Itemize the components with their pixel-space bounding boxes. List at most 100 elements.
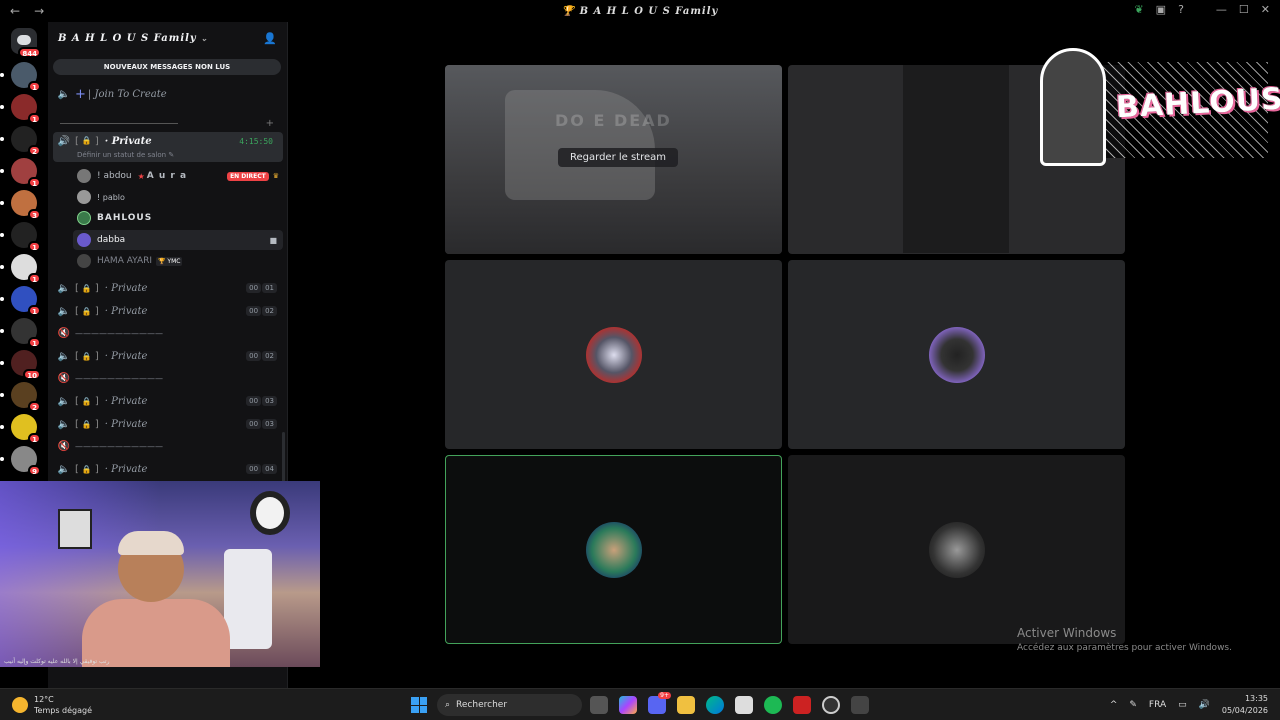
bracket-close: ] [94,305,99,317]
spotify-icon[interactable] [764,696,782,714]
speaker-icon: 🔈 [57,282,71,294]
language-indicator[interactable]: FRA [1149,700,1166,710]
server-icon[interactable]: 1 [11,158,41,188]
watch-stream-button[interactable]: Regarder le stream [558,148,679,167]
channel-user-count: 00 02 [246,306,277,316]
close-button[interactable]: ✕ [1261,3,1270,16]
sun-icon [12,697,28,713]
nitro-leaf-icon[interactable]: ❦ [1134,3,1143,16]
forward-arrow-icon[interactable]: → [34,4,44,18]
streamer-webcam-overlay: رتب توفيقي إلا بالله عليه توكلت وإليه أن… [0,481,320,667]
video-tile-speaking[interactable] [445,455,782,644]
channel-private[interactable]: 🔈 [🔒] · Private 00 03 [53,414,283,434]
copilot-icon[interactable] [619,696,637,714]
count-limit: 03 [262,396,277,406]
tray-overflow-icon[interactable]: ^ [1110,700,1118,710]
channel-user-count: 00 04 [246,464,277,474]
minimize-button[interactable]: — [1216,3,1227,16]
channel-private[interactable]: 🔈 [🔒] · Private 00 03 [53,391,283,411]
edge-icon[interactable] [706,696,724,714]
maximize-button[interactable]: ☐ [1239,3,1249,16]
server-icon[interactable]: 10 [11,350,41,380]
star-icon: ★ [137,171,145,181]
unread-messages-pill[interactable]: NOUVEAUX MESSAGES NON LUS [53,59,281,75]
obs-icon[interactable] [822,696,840,714]
member-name: ! pablo [97,192,125,202]
join-channel-label: Join To Create [94,88,167,100]
discord-icon[interactable]: 9+ [648,692,671,714]
server-icon[interactable]: 3 [11,190,41,220]
store-icon[interactable] [735,696,753,714]
streamer-torso [82,599,230,667]
channel-join-to-create[interactable]: 🔈 + | Join To Create [53,84,283,104]
video-tile[interactable] [788,260,1125,449]
air-cooler [224,549,272,649]
server-badge: 1 [28,433,41,444]
member-dabba[interactable]: dabba ■ [73,230,283,250]
count-current: 00 [246,351,262,361]
server-icon[interactable]: 1 [11,62,41,92]
member-bahlous[interactable]: BAHLOUS [73,208,283,228]
game-app-icon[interactable] [851,696,869,714]
member-pablo[interactable]: ! pablo [73,187,283,207]
plush-toy [250,491,290,535]
create-channel-plus-icon[interactable]: + [266,118,274,129]
unread-pip [0,169,4,173]
task-view-icon[interactable] [590,696,608,714]
start-button[interactable] [411,697,427,713]
channel-private[interactable]: 🔈 [🔒] · Private 00 02 [53,346,283,366]
inbox-icon[interactable]: ▣ [1156,3,1166,16]
server-icon[interactable]: 1 [11,286,41,316]
channel-private[interactable]: 🔈 [🔒] · Private 00 02 [53,301,283,321]
weather-widget[interactable]: 12°C Temps dégagé [12,694,92,716]
clan-tag-text: YMC [167,257,181,265]
channel-name: · Private [104,463,148,475]
pen-icon[interactable]: ✎ [1129,700,1137,710]
taskbar-search[interactable]: ⌕ Rechercher [437,694,582,716]
network-icon[interactable]: ▭ [1178,700,1187,710]
history-nav: ← → [0,4,44,18]
channel-private[interactable]: 🔈 [🔒] · Private 00 01 [53,278,283,298]
server-icon[interactable]: 9 [11,446,41,476]
channel-name: · Private [104,305,148,317]
stream-tile[interactable]: DO E DEAD Regarder le stream [445,65,782,254]
member-hama-ayari[interactable]: HAMA AYARI 🏆 YMC [73,251,283,271]
app-a-icon[interactable] [793,696,811,714]
channel-user-count: 00 03 [246,419,277,429]
camera-feed-dark [903,65,1009,253]
channel-private-active[interactable]: 🔊 [ 🔒 ] · Private 4:15:50 Définir un sta… [53,132,283,162]
member-abdou[interactable]: ! abdou ★ A u r a EN DIRECT ♛ [73,166,283,186]
channel-separator[interactable]: 🔇 ——————————— [53,436,283,456]
server-icon[interactable]: 1 [11,94,41,124]
back-arrow-icon[interactable]: ← [10,4,20,18]
count-current: 00 [246,396,262,406]
clock[interactable]: 13:35 05/04/2026 [1222,693,1268,717]
discord-badge: 9+ [658,692,671,699]
speaker-icon: 🔊 [57,136,71,147]
speaker-icon: 🔈 [57,305,71,317]
server-badge: 2 [28,401,41,412]
invite-people-icon[interactable]: 👤 [263,32,277,45]
channel-status-hint[interactable]: Définir un statut de salon ✎ [77,151,174,159]
bracket-close: ] [94,463,99,475]
server-icon[interactable]: 2 [11,126,41,156]
server-icon[interactable]: 1 [11,222,41,252]
video-tile[interactable] [788,455,1125,644]
server-icon[interactable]: 1 [11,318,41,348]
server-icon[interactable]: 1 [11,254,41,284]
bracket-open: [ [75,418,79,430]
channel-separator[interactable]: 🔇 ——————————— [53,368,283,388]
server-icon[interactable]: 1 [11,414,41,444]
volume-icon[interactable]: 🔊 [1199,700,1210,710]
channel-separator[interactable]: 🔇 ——————————— [53,323,283,343]
home-button[interactable]: 844 [11,28,41,58]
status-hint-text: Définir un statut de salon [77,151,167,159]
server-icon[interactable]: 2 [11,382,41,412]
video-tile[interactable] [445,260,782,449]
separator-label: ——————————— [75,328,163,338]
speaker-muted-icon: 🔇 [57,327,71,339]
help-icon[interactable]: ? [1178,3,1184,16]
file-explorer-icon[interactable] [677,696,695,714]
channel-private[interactable]: 🔈 [🔒] · Private 00 04 [53,459,283,479]
server-header[interactable]: B A H L O U S Family ⌄ [48,22,287,54]
